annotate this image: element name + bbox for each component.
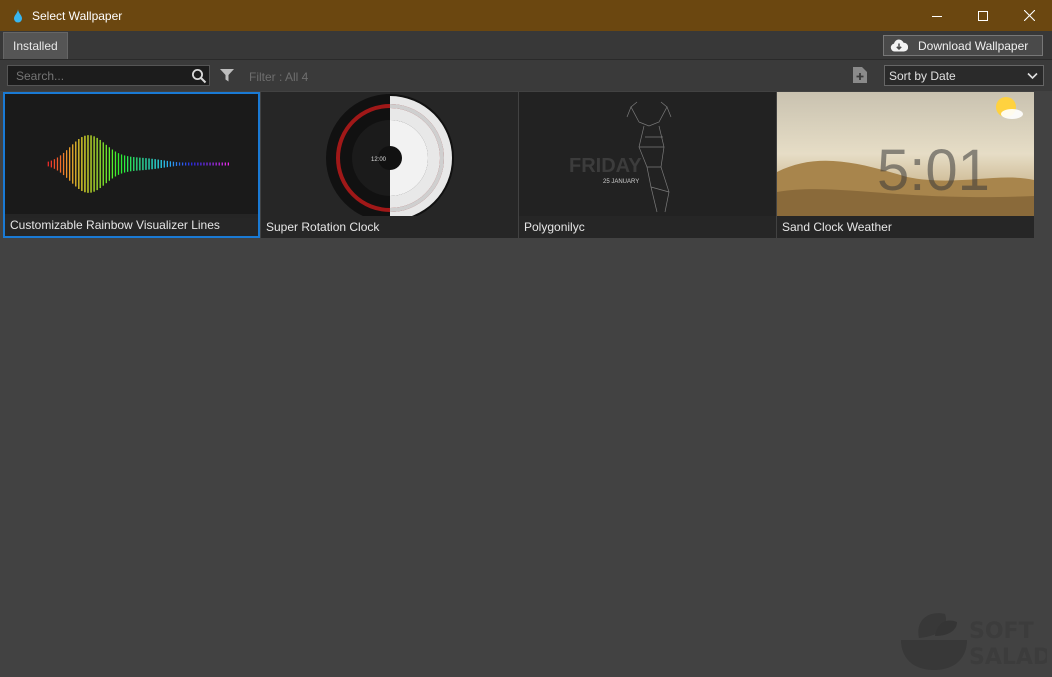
window-title: Select Wallpaper xyxy=(32,8,123,23)
wallpaper-tile[interactable]: 12:00 Super Rotation Clock xyxy=(261,92,518,238)
softsalad-watermark: SOFT SALAD xyxy=(897,600,1051,672)
wallpaper-title: Sand Clock Weather xyxy=(777,216,1034,238)
wallpaper-tile[interactable]: Customizable Rainbow Visualizer Lines xyxy=(3,92,260,238)
search-input[interactable] xyxy=(7,65,210,86)
friday-date: 25 JANUARY xyxy=(603,179,639,185)
wallpaper-title: Super Rotation Clock xyxy=(261,216,518,238)
search-icon[interactable] xyxy=(191,68,207,84)
polygonilyc-preview: FRIDAY 25 JANUARY xyxy=(519,92,776,216)
add-file-icon[interactable] xyxy=(853,67,867,83)
wallpaper-engine-icon xyxy=(11,8,25,23)
filter-icon[interactable] xyxy=(220,69,234,82)
wallpaper-title: Polygonilyc xyxy=(519,216,776,238)
filter-status: Filter : All 4 xyxy=(249,70,309,84)
wallpaper-grid: Customizable Rainbow Visualizer Lines 12… xyxy=(3,92,1043,238)
chevron-down-icon xyxy=(1027,70,1038,84)
tab-installed[interactable]: Installed xyxy=(3,32,68,59)
tab-bar: Installed Download Wallpaper xyxy=(0,31,1052,60)
download-wallpaper-label: Download Wallpaper xyxy=(918,38,1029,53)
sand-clock-time: 5:01 xyxy=(877,138,990,203)
sort-select[interactable]: Sort by Date xyxy=(884,65,1044,86)
sort-select-value: Sort by Date xyxy=(889,68,956,83)
close-button[interactable] xyxy=(1006,0,1052,31)
window-controls xyxy=(914,0,1052,31)
maximize-icon xyxy=(978,10,988,21)
maximize-button[interactable] xyxy=(960,0,1006,31)
watermark-line2: SALAD xyxy=(969,645,1047,670)
minimize-button[interactable] xyxy=(914,0,960,31)
minimize-icon xyxy=(932,15,942,17)
friday-text: FRIDAY xyxy=(569,155,642,177)
rotation-clock-preview: 12:00 xyxy=(261,92,518,216)
close-icon xyxy=(1023,10,1035,21)
wallpaper-tile[interactable]: FRIDAY 25 JANUARY Polygonilyc xyxy=(519,92,776,238)
title-bar: Select Wallpaper xyxy=(0,0,1052,31)
download-wallpaper-button[interactable]: Download Wallpaper xyxy=(883,35,1043,56)
toolbar: Filter : All 4 Sort by Date xyxy=(0,60,1052,91)
sand-clock-preview: 5:01 xyxy=(777,92,1034,216)
wallpaper-tile[interactable]: 5:01 Sand Clock Weather xyxy=(777,92,1034,238)
wallpaper-title: Customizable Rainbow Visualizer Lines xyxy=(5,214,258,236)
cloud-download-icon xyxy=(890,39,908,52)
clock-center-text: 12:00 xyxy=(371,157,387,163)
rainbow-visualizer-preview xyxy=(5,94,258,218)
watermark-line1: SOFT xyxy=(969,619,1034,644)
